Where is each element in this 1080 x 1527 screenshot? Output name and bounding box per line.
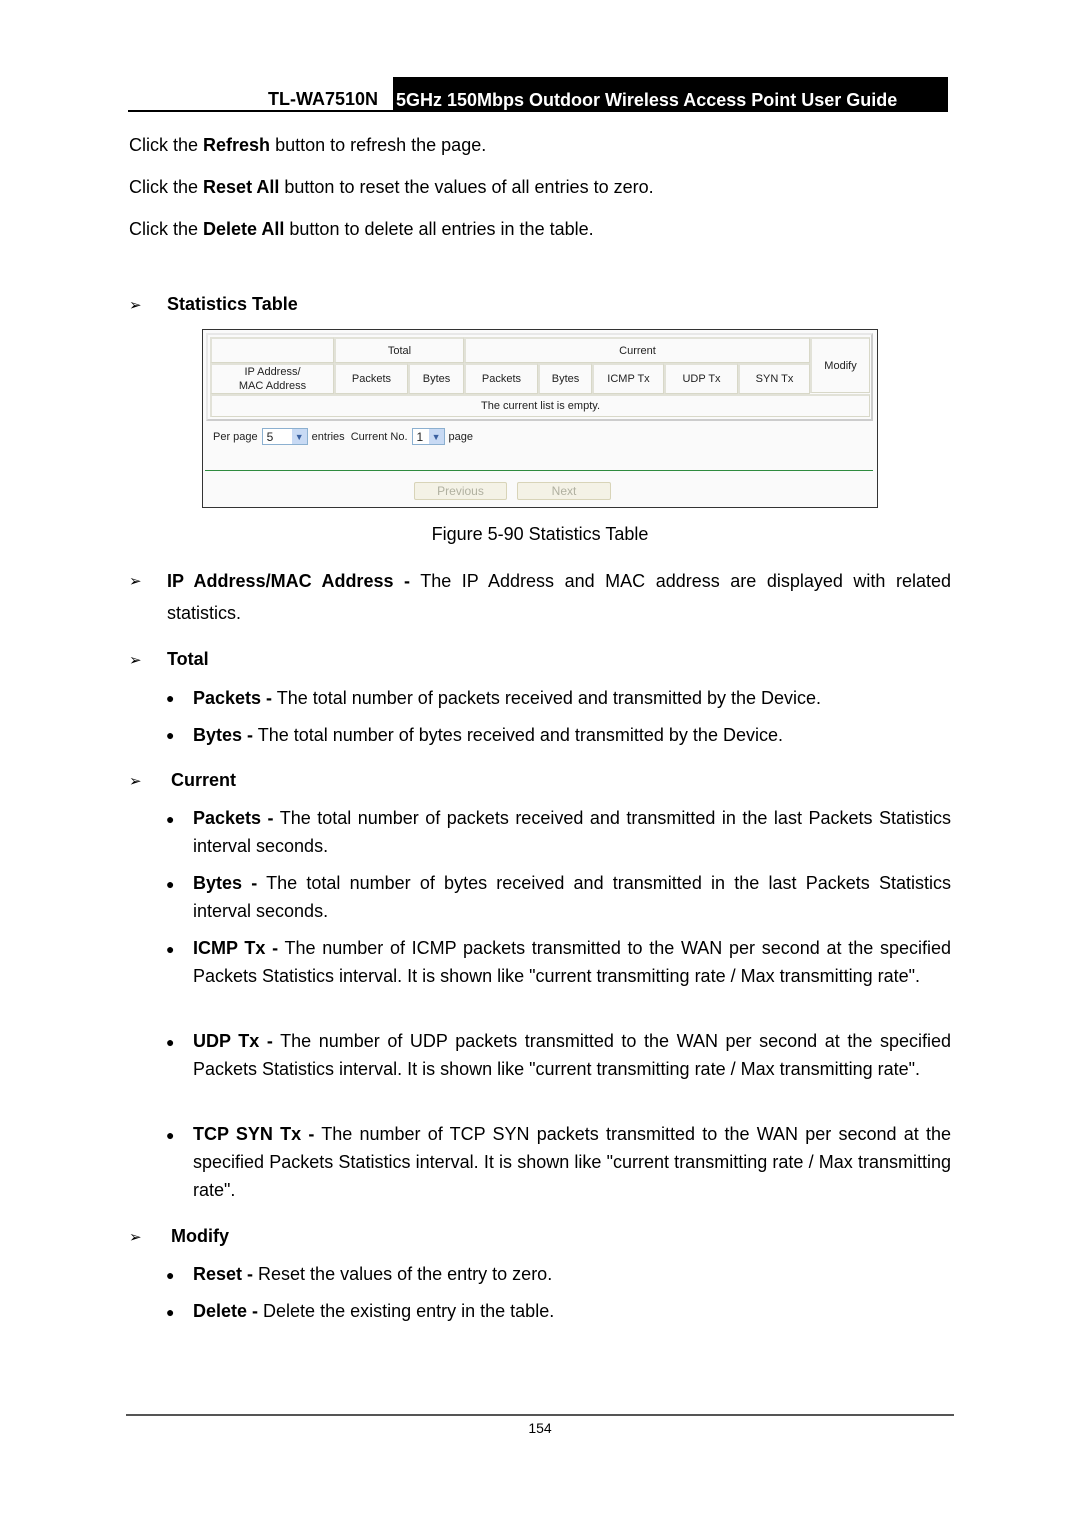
header-group-total: Total — [334, 337, 464, 363]
header-current-packets: Packets — [464, 363, 538, 394]
previous-button[interactable]: Previous — [414, 482, 507, 500]
item-icmp-tx: ICMP Tx - The number of ICMP packets tra… — [193, 934, 951, 990]
intro-line-delete-all: Click the Delete All button to delete al… — [129, 219, 594, 240]
bold-term: ICMP Tx - — [193, 938, 279, 958]
arrow-bullet-icon: ➢ — [129, 773, 142, 790]
item-total-packets: Packets - The total number of packets re… — [193, 684, 951, 712]
page-number: 154 — [528, 1420, 552, 1436]
header-syn-tx: SYN Tx — [738, 363, 810, 394]
item-tcp-syn-tx: TCP SYN Tx - The number of TCP SYN packe… — [193, 1120, 951, 1204]
header-icmp-tx: ICMP Tx — [592, 363, 664, 394]
text: The total number of packets received and… — [193, 808, 951, 856]
arrow-bullet-icon: ➢ — [129, 1229, 142, 1246]
bold-term: Packets - — [193, 808, 274, 828]
chevron-down-icon: ▼ — [291, 429, 307, 444]
item-current-bytes: Bytes - The total number of bytes receiv… — [193, 869, 951, 925]
bold-term: Bytes - — [193, 725, 254, 745]
header-udp-tx: UDP Tx — [664, 363, 738, 394]
footer-rule — [126, 1414, 954, 1416]
section-heading: Statistics Table — [167, 294, 298, 314]
text: The total number of packets received and… — [272, 688, 822, 708]
bold-term: Bytes - — [193, 873, 258, 893]
figure-caption: Figure 5-90 Statistics Table — [431, 524, 649, 544]
text: button to reset the values of all entrie… — [279, 177, 654, 197]
header-ip-mac-address: IP Address/ MAC Address — [210, 363, 334, 394]
intro-line-refresh: Click the Refresh button to refresh the … — [129, 135, 486, 156]
current-no-label: Current No. — [350, 430, 408, 443]
text: Click the — [129, 219, 204, 239]
header-current-bytes: Bytes — [538, 363, 592, 394]
per-page-label: Per page — [213, 430, 258, 443]
text: The number of ICMP packets transmitted t… — [193, 938, 951, 986]
empty-list-message: The current list is empty. — [210, 394, 870, 417]
text: Click the — [129, 135, 204, 155]
text: Reset the values of the entry to zero. — [253, 1264, 553, 1284]
header-modify: Modify — [810, 337, 870, 393]
chevron-down-icon: ▼ — [428, 429, 444, 444]
text: The number of UDP packets transmitted to… — [193, 1031, 951, 1079]
arrow-bullet-icon: ➢ — [129, 652, 142, 669]
header-blank — [210, 337, 334, 363]
header-model: TL-WA7510N — [267, 89, 378, 109]
header-total-packets: Packets — [334, 363, 408, 394]
item-ip-mac-address: IP Address/MAC Address - The IP Address … — [167, 565, 951, 629]
bold-term: Refresh — [203, 135, 271, 155]
bold-term: Reset - — [193, 1264, 254, 1284]
header-group-current: Current — [464, 337, 810, 363]
text: button to refresh the page. — [270, 135, 487, 155]
header-rule — [128, 110, 393, 112]
bold-term: Packets - — [193, 688, 273, 708]
bullet-icon: ● — [166, 1034, 175, 1050]
text: The total number of bytes received and t… — [253, 725, 783, 745]
bullet-icon: ● — [166, 1127, 175, 1143]
page-label: page — [448, 430, 474, 443]
bullet-icon: ● — [166, 690, 175, 706]
text: Click the — [129, 177, 204, 197]
bullet-icon: ● — [166, 876, 175, 892]
divider — [205, 470, 873, 471]
bold-term: Delete - — [193, 1301, 259, 1321]
bold-term: TCP SYN Tx - — [193, 1124, 315, 1144]
bullet-icon: ● — [166, 811, 175, 827]
text: The total number of bytes received and t… — [193, 873, 951, 921]
bullet-icon: ● — [166, 727, 175, 743]
header-total-bytes: Bytes — [408, 363, 464, 394]
bullet-icon: ● — [166, 941, 175, 957]
current-page-select[interactable]: 1 ▼ — [411, 428, 445, 445]
header-title: 5GHz 150Mbps Outdoor Wireless Access Poi… — [393, 77, 948, 112]
arrow-bullet-icon: ➢ — [129, 573, 142, 590]
bold-term: Delete All — [203, 219, 285, 239]
item-total-bytes: Bytes - The total number of bytes receiv… — [193, 721, 951, 749]
intro-line-reset-all: Click the Reset All button to reset the … — [129, 177, 654, 198]
bold-term: IP Address/MAC Address - — [167, 571, 411, 591]
statistics-table-screenshot: Total Current Modify IP Address/ MAC Add… — [202, 329, 878, 508]
text: Delete the existing entry in the table. — [258, 1301, 555, 1321]
item-current-packets: Packets - The total number of packets re… — [193, 804, 951, 860]
text: button to delete all entries in the tabl… — [284, 219, 594, 239]
per-page-value: 5 — [266, 429, 274, 444]
pagination-controls: Per page 5 ▼ entries Current No. 1 ▼ pag… — [213, 428, 473, 445]
current-page-value: 1 — [416, 429, 424, 444]
heading-modify: Modify — [171, 1226, 229, 1246]
per-page-select[interactable]: 5 ▼ — [261, 428, 308, 445]
heading-total: Total — [167, 649, 209, 669]
heading-current: Current — [171, 770, 237, 790]
bold-term: Reset All — [203, 177, 280, 197]
item-udp-tx: UDP Tx - The number of UDP packets trans… — [193, 1027, 951, 1083]
bullet-icon: ● — [166, 1267, 175, 1283]
bullet-icon: ● — [166, 1304, 175, 1320]
arrow-bullet-icon: ➢ — [129, 297, 142, 314]
page-header: TL-WA7510N 5GHz 150Mbps Outdoor Wireless… — [128, 77, 948, 113]
item-modify-reset: Reset - Reset the values of the entry to… — [193, 1260, 951, 1288]
item-modify-delete: Delete - Delete the existing entry in th… — [193, 1297, 951, 1325]
bold-term: UDP Tx - — [193, 1031, 273, 1051]
statistics-table: Total Current Modify IP Address/ MAC Add… — [206, 333, 873, 421]
next-button[interactable]: Next — [517, 482, 611, 500]
entries-label: entries — [311, 430, 345, 443]
